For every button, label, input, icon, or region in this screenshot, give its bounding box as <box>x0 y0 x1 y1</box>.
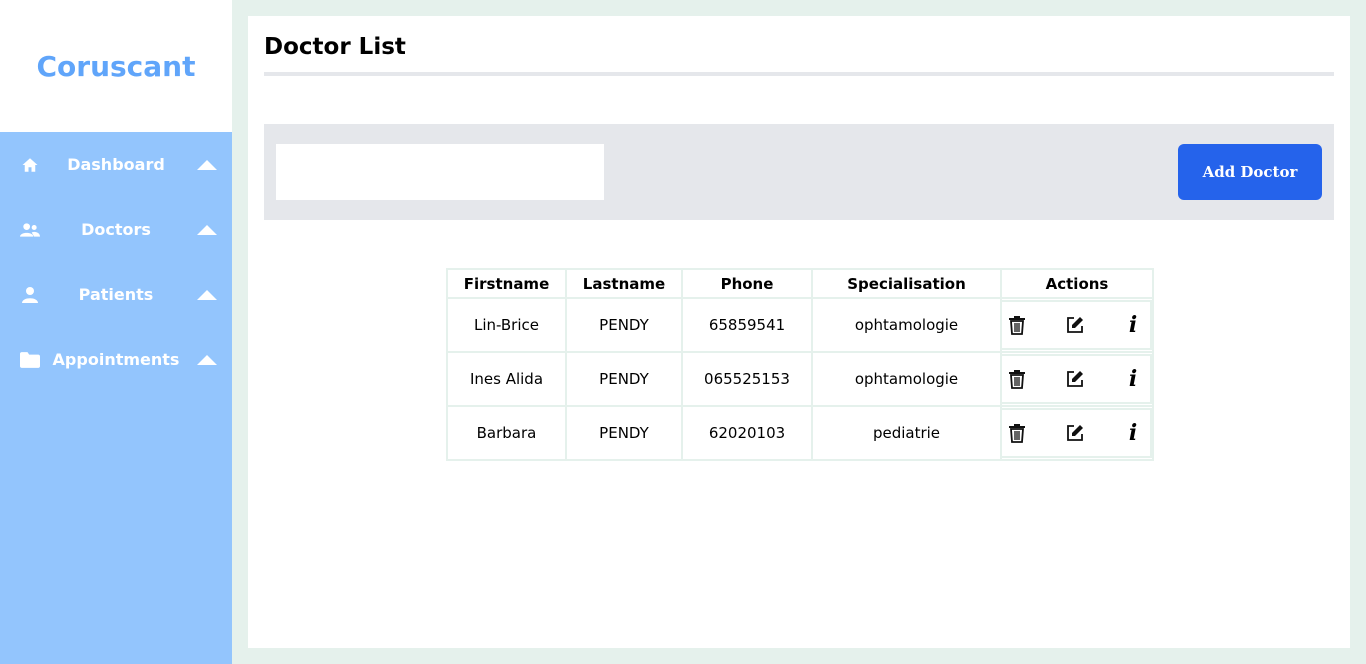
info-glyph: i <box>1128 312 1138 338</box>
info-glyph: i <box>1128 420 1138 446</box>
cell-actions: i <box>1000 405 1154 461</box>
sidebar-item-dashboard[interactable]: Dashboard <box>0 132 232 197</box>
trash-icon[interactable] <box>1006 422 1028 444</box>
cell-specialisation: ophtamologie <box>811 351 1002 407</box>
row-actions: i <box>1002 354 1152 404</box>
cell-actions: i <box>1000 351 1154 407</box>
page-title: Doctor List <box>264 34 406 60</box>
trash-icon[interactable] <box>1006 368 1028 390</box>
add-doctor-button[interactable]: Add Doctor <box>1178 144 1322 200</box>
doctor-table-container: Firstname Lastname Phone Specialisation … <box>446 268 1154 461</box>
cell-firstname: Barbara <box>446 405 567 461</box>
main-panel: Doctor List Add Doctor Firstname Lastnam… <box>248 16 1350 648</box>
table-header-row: Firstname Lastname Phone Specialisation … <box>446 268 1154 299</box>
cell-lastname: PENDY <box>565 351 683 407</box>
caret-up-icon[interactable] <box>197 224 217 235</box>
toolbar: Add Doctor <box>264 124 1334 220</box>
caret-up-icon[interactable] <box>197 354 217 365</box>
brand-name[interactable]: Coruscant <box>36 50 195 83</box>
cell-phone: 065525153 <box>681 351 813 407</box>
header-phone: Phone <box>681 268 813 299</box>
info-icon[interactable]: i <box>1122 368 1144 390</box>
info-icon[interactable]: i <box>1122 314 1144 336</box>
header-lastname: Lastname <box>565 268 683 299</box>
trash-icon[interactable] <box>1006 314 1028 336</box>
cell-specialisation: ophtamologie <box>811 297 1002 353</box>
cell-phone: 65859541 <box>681 297 813 353</box>
sidebar-item-patients[interactable]: Patients <box>0 262 232 327</box>
cell-specialisation: pediatrie <box>811 405 1002 461</box>
brand: Coruscant <box>0 0 232 132</box>
title-divider <box>264 72 1334 76</box>
cell-lastname: PENDY <box>565 405 683 461</box>
header-firstname: Firstname <box>446 268 567 299</box>
edit-icon[interactable] <box>1064 314 1086 336</box>
info-glyph: i <box>1128 366 1138 392</box>
header-actions: Actions <box>1000 268 1154 299</box>
edit-icon[interactable] <box>1064 422 1086 444</box>
edit-icon[interactable] <box>1064 368 1086 390</box>
sidebar-item-doctors[interactable]: Doctors <box>0 197 232 262</box>
table-row: Lin-Brice PENDY 65859541 ophtamologie i <box>446 297 1154 353</box>
cell-actions: i <box>1000 297 1154 353</box>
row-actions: i <box>1002 300 1152 350</box>
cell-firstname: Ines Alida <box>446 351 567 407</box>
cell-firstname: Lin-Brice <box>446 297 567 353</box>
table-row: Ines Alida PENDY 065525153 ophtamologie <box>446 351 1154 407</box>
row-actions: i <box>1002 408 1152 458</box>
doctor-table: Firstname Lastname Phone Specialisation … <box>446 268 1154 461</box>
cell-phone: 62020103 <box>681 405 813 461</box>
sidebar: Coruscant Dashboard Doctors Patients App… <box>0 0 232 664</box>
search-input[interactable] <box>276 144 604 200</box>
cell-lastname: PENDY <box>565 297 683 353</box>
sidebar-item-appointments[interactable]: Appointments <box>0 327 232 392</box>
caret-up-icon[interactable] <box>197 289 217 300</box>
info-icon[interactable]: i <box>1122 422 1144 444</box>
table-row: Barbara PENDY 62020103 pediatrie i <box>446 405 1154 461</box>
header-specialisation: Specialisation <box>811 268 1002 299</box>
caret-up-icon[interactable] <box>197 159 217 170</box>
